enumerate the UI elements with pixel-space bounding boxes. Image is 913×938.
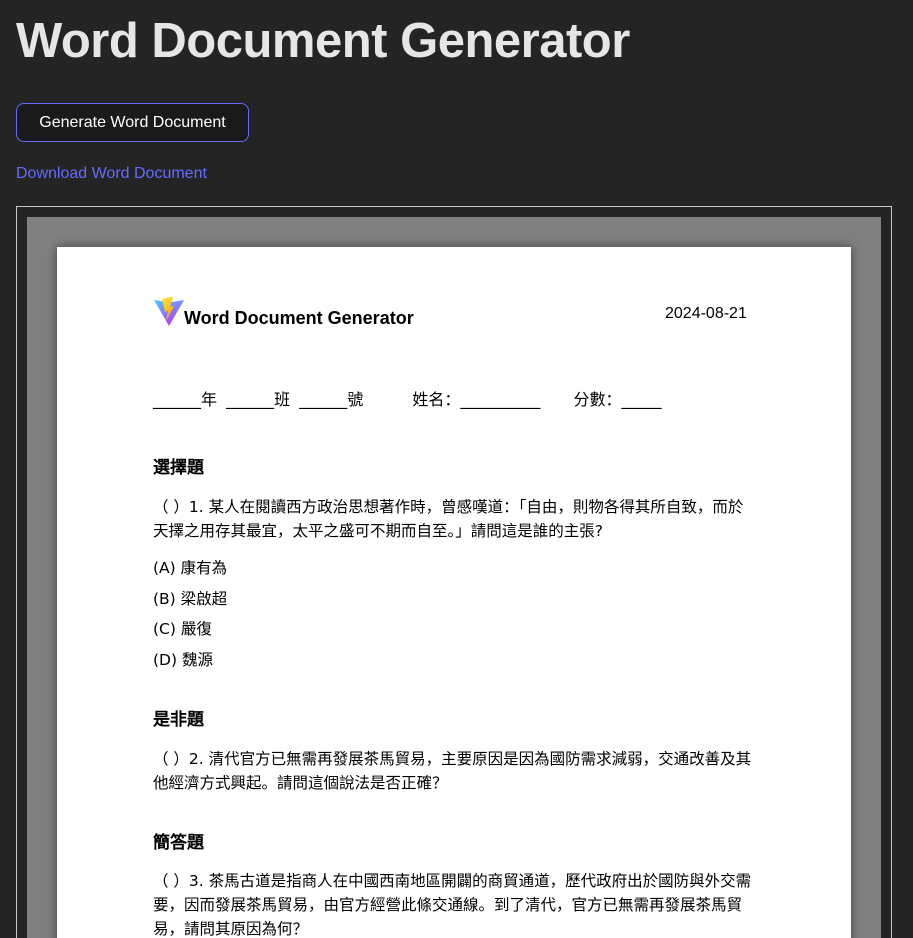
number-field: ______號: [299, 390, 364, 409]
score-field: 分數：_____: [573, 390, 662, 409]
option-b: (B) 梁啟超: [153, 590, 228, 608]
document-preview-wrapper[interactable]: Word Document Generator 2024-08-21 _____…: [27, 217, 881, 938]
student-info-line: ______年 ______班 ______號 姓名：__________ 分數…: [153, 390, 661, 410]
document-date: 2024-08-21: [665, 305, 747, 322]
section-title-short-answer: 簡答題: [153, 833, 204, 853]
section-title-multiple-choice: 選擇題: [153, 458, 204, 478]
vite-logo-icon: [154, 297, 184, 326]
page-title: Word Document Generator: [16, 14, 630, 68]
grade-field: ______年: [153, 390, 218, 409]
name-field: 姓名：__________: [412, 390, 541, 409]
document-page: Word Document Generator 2024-08-21 _____…: [57, 247, 851, 938]
class-field: ______班: [226, 390, 291, 409]
download-word-document-link[interactable]: Download Word Document: [16, 164, 207, 184]
option-c: (C) 嚴復: [153, 620, 212, 638]
option-d: (D) 魏源: [153, 651, 213, 669]
question-1: （ ）1. 某人在閱讀西方政治思想著作時，曾感嘆道：「自由，則物各得其所自致，而…: [153, 498, 744, 540]
document-preview-frame: Word Document Generator 2024-08-21 _____…: [16, 206, 892, 938]
section-title-true-false: 是非題: [153, 710, 204, 730]
option-a: (A) 康有為: [153, 559, 228, 577]
question-3: （ ）3. 茶馬古道是指商人在中國西南地區開闢的商貿通道，歷代政府出於國防與外交…: [153, 872, 752, 938]
app-root: Word Document Generator Generate Word Do…: [0, 0, 913, 938]
question-2: （ ）2. 清代官方已無需再發展茶馬貿易，主要原因是因為國防需求減弱，交通改善及…: [153, 750, 752, 792]
generate-word-document-button[interactable]: Generate Word Document: [16, 103, 249, 142]
document-header-title: Word Document Generator: [184, 308, 414, 328]
